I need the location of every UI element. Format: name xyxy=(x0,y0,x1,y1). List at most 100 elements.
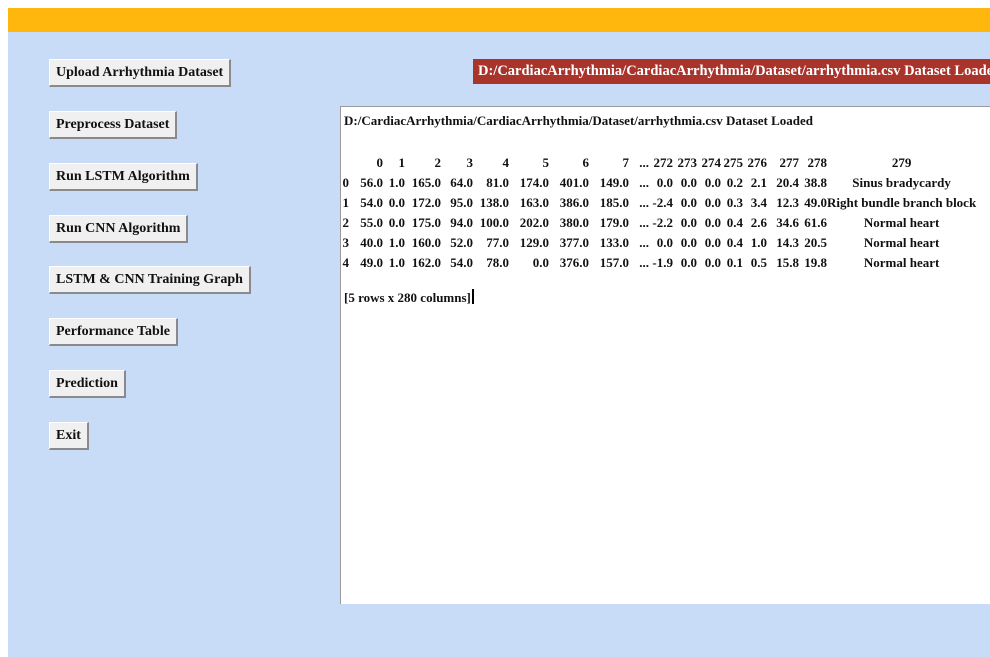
table-cell: -1.9 xyxy=(652,255,673,270)
table-cell: ... xyxy=(639,215,649,230)
preprocess-dataset-button[interactable]: Preprocess Dataset xyxy=(49,111,178,139)
table-cell: 2.1 xyxy=(750,175,767,190)
table-cell: 49.0 xyxy=(804,195,827,210)
table-cell: 174.0 xyxy=(519,175,549,190)
output-text-area[interactable]: D:/CardiacArrhythmia/CardiacArrhythmia/D… xyxy=(340,106,990,604)
table-cell: 0.3 xyxy=(726,195,743,210)
table-cell: 0.0 xyxy=(388,215,405,230)
table-cell: 165.0 xyxy=(411,175,441,190)
table-cell: -2.2 xyxy=(652,215,673,230)
table-cell: 81.0 xyxy=(486,175,509,190)
table-cell: 3.4 xyxy=(750,195,767,210)
table-cell: 1.0 xyxy=(388,255,405,270)
table-cell: ... xyxy=(639,235,649,250)
table-header-cell: 0 xyxy=(376,155,384,170)
table-cell: 1.0 xyxy=(388,235,405,250)
table-cell: 52.0 xyxy=(450,235,473,250)
text-cursor xyxy=(471,289,474,304)
table-cell: 0.0 xyxy=(656,235,673,250)
table-header-cell: 273 xyxy=(677,155,698,170)
dataset-status-label: D:/CardiacArrhythmia/CardiacArrhythmia/D… xyxy=(473,59,990,84)
training-graph-button[interactable]: LSTM & CNN Training Graph xyxy=(49,266,251,294)
table-cell: 56.0 xyxy=(360,175,383,190)
table-row: 2 55.0 0.0 175.0 94.0 100.0 202.0 380.0 179.0...… xyxy=(341,213,976,233)
table-cell: 78.0 xyxy=(486,255,509,270)
table-header-cell: 277 xyxy=(779,155,800,170)
table-cell: 38.8 xyxy=(804,175,827,190)
table-header-cell: 278 xyxy=(807,155,828,170)
dataframe-preview: 0 1 2 3 4 5 6 7... 272 273 274 275 276 277 278 279 0 56.0… xyxy=(341,153,977,273)
table-cell: 1.0 xyxy=(750,235,767,250)
table-cell: -2.4 xyxy=(652,195,673,210)
table-cell: 64.0 xyxy=(450,175,473,190)
upload-dataset-button[interactable]: Upload Arrhythmia Dataset xyxy=(49,59,232,87)
table-cell: 0.0 xyxy=(388,195,405,210)
table-cell: 376.0 xyxy=(559,255,589,270)
prediction-button[interactable]: Prediction xyxy=(49,370,126,398)
table-cell: 0.0 xyxy=(680,215,697,230)
table-cell: 40.0 xyxy=(360,235,383,250)
top-banner xyxy=(8,8,990,32)
row-count-text: [5 rows x 280 columns] xyxy=(344,290,471,305)
table-cell: 0.0 xyxy=(680,255,697,270)
table-class-label: Normal heart xyxy=(863,255,940,270)
table-cell: 0.1 xyxy=(726,255,743,270)
run-lstm-button[interactable]: Run LSTM Algorithm xyxy=(49,163,198,191)
exit-button[interactable]: Exit xyxy=(49,422,89,450)
table-row-index: 3 xyxy=(342,235,350,250)
table-cell: 1.0 xyxy=(388,175,405,190)
table-class-label: Normal heart xyxy=(863,215,940,230)
table-cell: 0.0 xyxy=(704,255,721,270)
table-cell: 202.0 xyxy=(519,215,549,230)
table-row: 3 40.0 1.0 160.0 52.0 77.0 129.0 377.0 133.0... 0… xyxy=(341,233,976,253)
table-header-cell: 272 xyxy=(653,155,674,170)
performance-table-button[interactable]: Performance Table xyxy=(49,318,178,346)
table-header-cell: 275 xyxy=(723,155,744,170)
table-cell: 162.0 xyxy=(411,255,441,270)
table-header-cell: 5 xyxy=(542,155,550,170)
table-cell: 0.5 xyxy=(750,255,767,270)
table-cell: 185.0 xyxy=(599,195,629,210)
table-header-cell: 4 xyxy=(502,155,510,170)
run-cnn-button[interactable]: Run CNN Algorithm xyxy=(49,215,189,243)
table-cell: 133.0 xyxy=(599,235,629,250)
table-cell: 14.3 xyxy=(776,235,799,250)
table-cell: 0.0 xyxy=(704,195,721,210)
table-cell: ... xyxy=(639,195,649,210)
table-cell: 401.0 xyxy=(559,175,589,190)
table-row: 1 54.0 0.0 172.0 95.0 138.0 163.0 386.0 185.0...… xyxy=(341,193,977,213)
table-row: 0 56.0 1.0 165.0 64.0 81.0 174.0 401.0 149.0... 0… xyxy=(341,173,976,193)
table-cell: 377.0 xyxy=(559,235,589,250)
table-cell: 149.0 xyxy=(599,175,629,190)
table-cell: 54.0 xyxy=(450,255,473,270)
table-header-cell: 7 xyxy=(622,155,630,170)
table-class-label: Right bundle branch block xyxy=(827,195,977,210)
table-cell: ... xyxy=(639,175,649,190)
table-cell: 0.0 xyxy=(656,175,673,190)
table-row-index: 4 xyxy=(342,255,350,270)
table-cell: 0.0 xyxy=(680,195,697,210)
table-cell: 179.0 xyxy=(599,215,629,230)
table-cell: 54.0 xyxy=(360,195,383,210)
table-row: 4 49.0 1.0 162.0 54.0 78.0 0.0 376.0 157.0... -1.… xyxy=(341,253,976,273)
table-cell: 0.0 xyxy=(704,235,721,250)
output-summary: [5 rows x 280 columns] xyxy=(344,289,474,306)
table-cell: 0.2 xyxy=(726,175,743,190)
table-row-index: 1 xyxy=(342,195,350,210)
table-cell: 0.4 xyxy=(726,215,743,230)
table-cell: 20.5 xyxy=(804,235,827,250)
table-cell: 163.0 xyxy=(519,195,549,210)
table-cell: 0.0 xyxy=(680,175,697,190)
table-cell: 55.0 xyxy=(360,215,383,230)
table-cell: 386.0 xyxy=(559,195,589,210)
table-cell: 175.0 xyxy=(411,215,441,230)
table-cell: 0.0 xyxy=(704,175,721,190)
table-cell: 100.0 xyxy=(479,215,509,230)
table-cell: 129.0 xyxy=(519,235,549,250)
table-cell: 49.0 xyxy=(360,255,383,270)
table-header-cell: 3 xyxy=(466,155,474,170)
output-path-line: D:/CardiacArrhythmia/CardiacArrhythmia/D… xyxy=(344,113,814,128)
table-cell: ... xyxy=(639,255,649,270)
app-window: Upload Arrhythmia Dataset Preprocess Dat… xyxy=(8,8,990,657)
table-cell: 0.4 xyxy=(726,235,743,250)
